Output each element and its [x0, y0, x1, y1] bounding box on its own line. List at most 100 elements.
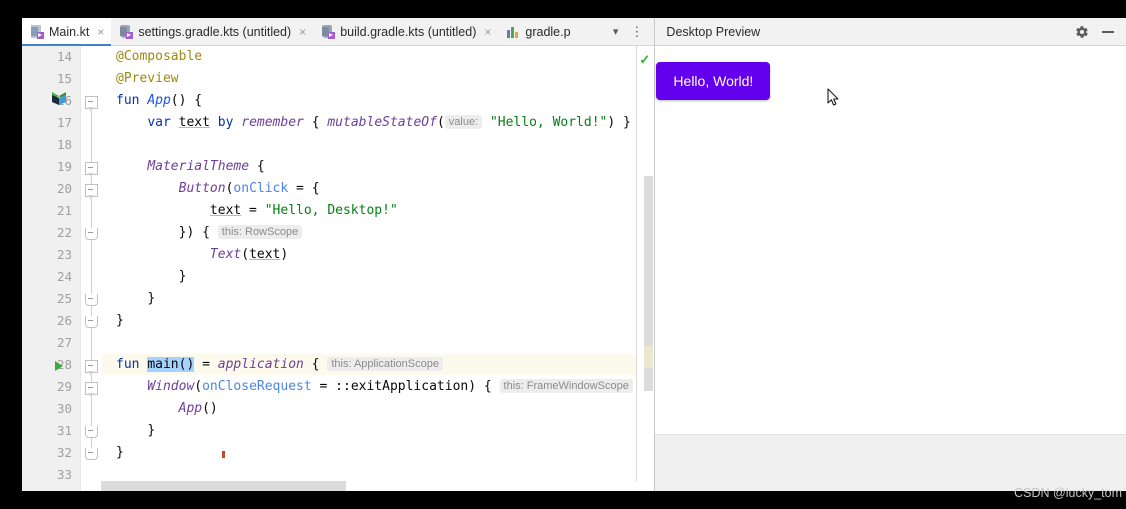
ide-window: Main.kt × settings.gradle.kts (untitled) × b…	[22, 18, 1126, 491]
code-line: @Preview	[116, 71, 179, 87]
fold-toggle-open[interactable]	[85, 382, 98, 397]
fold-toggle-close[interactable]	[85, 426, 98, 438]
line-number: 20	[56, 181, 72, 196]
editor-tab-label: gradle.p	[525, 24, 571, 39]
code-line: }	[116, 291, 155, 307]
code-token: application	[217, 357, 304, 372]
inlay-hint: this: RowScope	[217, 225, 303, 239]
line-number: 27	[56, 335, 72, 350]
code-token: @Composable	[116, 49, 203, 64]
code-line: var text by remember { mutableStateOf(va…	[116, 115, 631, 131]
editor-status-strip[interactable]: ✓	[637, 46, 655, 491]
run-gutter-icon[interactable]	[55, 361, 63, 371]
preview-panel-header: Desktop Preview	[655, 18, 1126, 46]
code-line: Button(onClick = {	[116, 181, 320, 197]
code-token: text	[209, 203, 242, 218]
code-token: Window	[147, 379, 195, 394]
code-token: MaterialTheme	[147, 159, 250, 174]
tab-bar-tools: ▾ ⋮	[608, 18, 655, 45]
code-token: ()	[202, 401, 218, 416]
line-number: 25	[56, 291, 72, 306]
code-token: App	[178, 401, 203, 416]
preview-panel-footer	[655, 434, 1126, 491]
mouse-pointer-icon	[827, 88, 840, 107]
code-token: text	[249, 247, 281, 262]
compose-preview-gutter-icon[interactable]	[52, 92, 66, 106]
code-token: ) }	[607, 115, 631, 130]
close-icon[interactable]: ×	[97, 26, 104, 38]
gradle-properties-file-icon	[507, 25, 520, 39]
editor-tab-settings-gradle-kts[interactable]: settings.gradle.kts (untitled) ×	[111, 18, 313, 45]
close-icon[interactable]: ×	[484, 26, 491, 38]
code-token: fun	[116, 93, 148, 108]
code-line: Window(onCloseRequest = ::exitApplicatio…	[116, 379, 633, 395]
inlay-hint: this: ApplicationScope	[327, 357, 443, 371]
code-token: }) {	[178, 225, 218, 240]
inlay-hint: value:	[444, 115, 483, 129]
fold-toggle-close[interactable]	[85, 448, 98, 460]
code-token: remember	[241, 115, 304, 130]
preview-panel-title: Desktop Preview	[666, 24, 761, 39]
code-text-area[interactable]: @Composable @Preview fun App() { var text …	[102, 46, 638, 491]
gradle-kts-file-icon	[120, 24, 134, 39]
line-number: 18	[56, 137, 72, 152]
editor-horizontal-scrollbar-thumb[interactable]	[101, 481, 346, 491]
code-token: onCloseRequest	[202, 379, 312, 394]
line-number: 14	[56, 49, 72, 64]
code-token: = ::exitApplication) {	[311, 379, 500, 394]
code-token: (	[241, 247, 250, 262]
code-token: onClick	[233, 181, 289, 196]
fold-toggle-open[interactable]	[85, 162, 98, 177]
code-token: }	[147, 291, 156, 306]
close-icon[interactable]: ×	[299, 26, 306, 38]
watermark: CSDN @lucky_tom	[1014, 486, 1122, 500]
editor-horizontal-scrollbar-track[interactable]	[101, 481, 638, 491]
code-token: }	[178, 269, 187, 284]
editor-column: Main.kt × settings.gradle.kts (untitled) × b…	[22, 18, 655, 491]
code-line: }) { this: RowScope	[116, 225, 303, 241]
code-token: Button	[178, 181, 226, 196]
line-number: 15	[56, 71, 72, 86]
code-line: }	[116, 269, 187, 285]
inspection-ok-check-icon: ✓	[639, 52, 651, 67]
editor-tab-build-gradle-kts[interactable]: build.gradle.kts (untitled) ×	[313, 18, 498, 45]
code-line: }	[116, 423, 155, 439]
editor-tab-gradle-p[interactable]: gradle.p	[498, 18, 577, 45]
fold-guide-line	[91, 99, 92, 451]
line-number: 30	[56, 401, 72, 416]
line-number: 22	[56, 225, 72, 240]
code-token: (	[194, 379, 203, 394]
code-line: }	[116, 313, 124, 329]
code-token: @Preview	[116, 71, 179, 86]
fold-toggle-open[interactable]	[85, 96, 98, 111]
tab-kebab-menu-icon[interactable]: ⋮	[625, 25, 648, 38]
gear-icon[interactable]	[1075, 25, 1089, 39]
preview-canvas[interactable]: Hello, World!	[655, 46, 1126, 434]
editor-tab-main-kt[interactable]: Main.kt ×	[22, 18, 112, 46]
tab-overflow-chevron-down-icon[interactable]: ▾	[608, 25, 624, 38]
preview-hello-world-button[interactable]: Hello, World!	[656, 62, 771, 100]
code-token: }	[116, 313, 124, 328]
code-line: text = "Hello, Desktop!"	[116, 203, 398, 219]
fold-toggle-close[interactable]	[85, 294, 98, 306]
code-token: var	[147, 115, 179, 130]
code-fold-column[interactable]	[80, 46, 102, 491]
code-token: mutableStateOf	[327, 115, 437, 130]
code-token: "Hello, World!"	[489, 115, 608, 130]
code-token: fun	[116, 357, 148, 372]
code-token: (	[436, 115, 445, 130]
fold-toggle-close[interactable]	[85, 316, 98, 328]
editor-tab-label: build.gradle.kts (untitled)	[340, 24, 477, 39]
line-number: 19	[56, 159, 72, 174]
minimize-icon[interactable]	[1102, 30, 1114, 33]
code-line: fun main() = application { this: Applica…	[116, 357, 443, 373]
fold-toggle-close[interactable]	[85, 228, 98, 240]
code-token: "Hello, Desktop!"	[264, 203, 398, 218]
fold-toggle-open[interactable]	[85, 360, 98, 375]
code-token: }	[116, 445, 124, 460]
line-number: 26	[56, 313, 72, 328]
code-token: {	[249, 159, 265, 174]
code-token: App	[147, 93, 171, 108]
fold-toggle-open[interactable]	[85, 184, 98, 199]
line-number-gutter[interactable]: 1415161718192021222324252627282930313233	[22, 46, 80, 491]
